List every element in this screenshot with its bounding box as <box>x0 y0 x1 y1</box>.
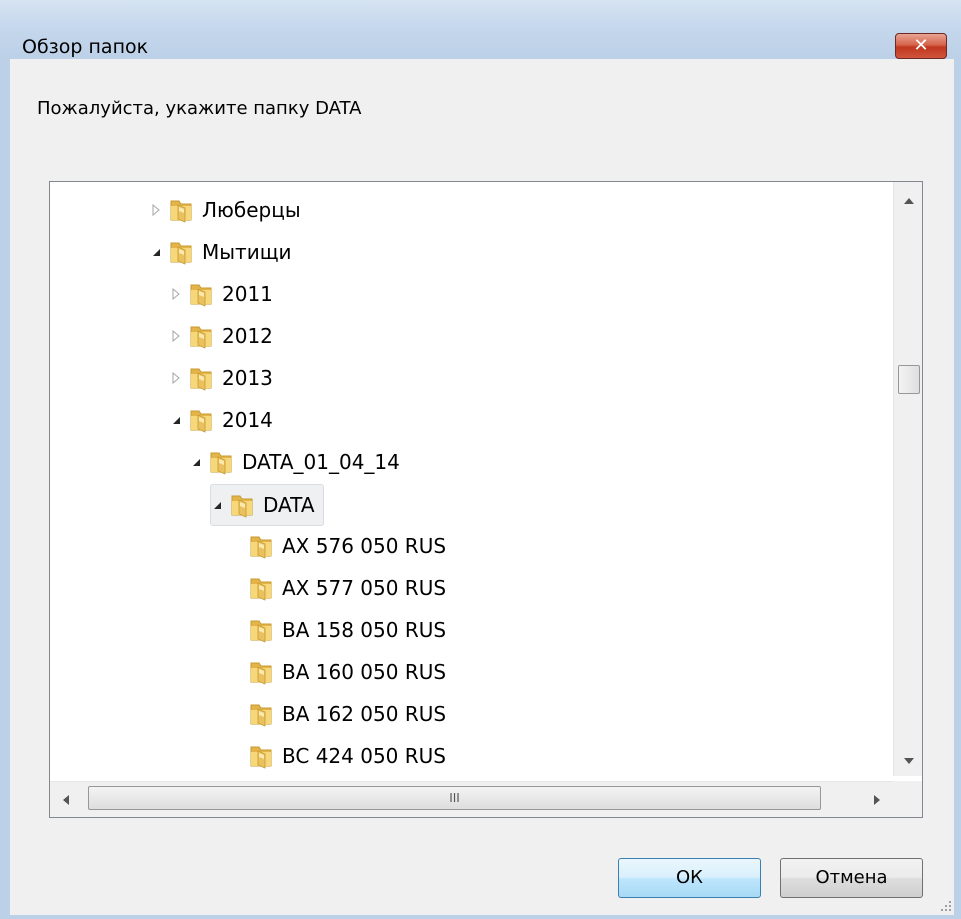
title-bar[interactable]: Обзор папок ✕ <box>0 0 961 59</box>
close-icon: ✕ <box>913 35 929 56</box>
scroll-grip-icon: III <box>449 791 460 805</box>
tree-item-label: Люберцы <box>202 198 301 222</box>
collapsed-triangle-icon[interactable] <box>170 372 182 384</box>
expanded-triangle-icon[interactable] <box>190 456 202 468</box>
folder-icon <box>170 200 192 223</box>
ok-button[interactable]: ОК <box>618 858 761 898</box>
horizontal-scrollbar[interactable]: III <box>50 781 894 817</box>
folder-icon <box>250 536 272 559</box>
tree-item[interactable]: BA 160 050 RUS <box>248 652 446 692</box>
collapsed-triangle-icon[interactable] <box>150 204 162 216</box>
tree-item[interactable]: DATA_01_04_14 <box>190 442 400 482</box>
tree-item[interactable]: AX 576 050 RUS <box>248 526 446 566</box>
scroll-right-arrow-icon[interactable] <box>872 794 882 806</box>
folder-icon <box>190 326 212 349</box>
tree-item[interactable]: BC 424 050 RUS <box>248 736 446 776</box>
instruction-text: Пожалуйста, укажите папку DATA <box>37 98 362 119</box>
tree-item[interactable]: 2014 <box>170 400 273 440</box>
folder-icon <box>190 284 212 307</box>
tree-item[interactable]: BA 158 050 RUS <box>248 610 446 650</box>
tree-item[interactable]: BA 162 050 RUS <box>248 694 446 734</box>
window-title: Обзор папок <box>22 36 149 58</box>
tree-item-label: Мытищи <box>202 240 292 264</box>
tree-item-label: BA 158 050 RUS <box>282 618 447 642</box>
tree-item[interactable]: DATA <box>210 484 324 526</box>
folder-tree[interactable]: Люберцы Мытищи 2011 2012 2013 2014 DATA_01_04_… <box>49 181 923 818</box>
tree-item-label: BC 424 050 RUS <box>282 744 446 768</box>
cancel-button[interactable]: Отмена <box>780 858 923 898</box>
folder-icon <box>250 620 272 643</box>
scrollbar-corner <box>893 781 922 817</box>
tree-item-label: 2012 <box>222 324 273 348</box>
tree-item[interactable]: Мытищи <box>150 232 292 272</box>
vertical-scrollbar[interactable] <box>893 182 922 776</box>
browse-folders-dialog: Обзор папок ✕ Пожалуйста, укажите папку … <box>0 0 961 919</box>
folder-icon <box>190 410 212 433</box>
collapsed-triangle-icon[interactable] <box>170 330 182 342</box>
tree-item-label: 2011 <box>222 282 273 306</box>
scroll-down-arrow-icon[interactable] <box>903 756 915 766</box>
folder-icon <box>250 662 272 685</box>
tree-item-label: BA 162 050 RUS <box>282 702 447 726</box>
close-button[interactable]: ✕ <box>895 33 947 59</box>
folder-icon <box>250 704 272 727</box>
resize-grip-icon[interactable] <box>938 898 952 912</box>
tree-item-label: AX 577 050 RUS <box>282 576 447 600</box>
tree-item-label: 2013 <box>222 366 273 390</box>
tree-item[interactable]: Люберцы <box>150 190 301 230</box>
folder-icon <box>250 578 272 601</box>
expanded-triangle-icon[interactable] <box>211 499 223 511</box>
tree-item[interactable]: 2013 <box>170 358 273 398</box>
folder-icon <box>231 495 253 518</box>
folder-icon <box>250 746 272 769</box>
scroll-left-arrow-icon[interactable] <box>61 794 71 806</box>
tree-item-label: AX 576 050 RUS <box>282 534 447 558</box>
folder-icon <box>170 242 192 265</box>
tree-item[interactable]: 2011 <box>170 274 273 314</box>
expanded-triangle-icon[interactable] <box>170 414 182 426</box>
tree-item-label: 2014 <box>222 408 273 432</box>
scroll-up-arrow-icon[interactable] <box>903 196 915 206</box>
tree-item[interactable]: AX 577 050 RUS <box>248 568 446 608</box>
expanded-triangle-icon[interactable] <box>150 246 162 258</box>
folder-icon <box>190 368 212 391</box>
tree-item[interactable]: 2012 <box>170 316 273 356</box>
tree-item-label: BA 160 050 RUS <box>282 660 447 684</box>
tree-item-label: DATA_01_04_14 <box>242 450 400 474</box>
vertical-scroll-thumb[interactable] <box>898 365 920 394</box>
folder-icon <box>210 452 232 475</box>
collapsed-triangle-icon[interactable] <box>170 288 182 300</box>
horizontal-scroll-thumb[interactable]: III <box>88 786 821 810</box>
tree-item-label: DATA <box>263 493 315 517</box>
